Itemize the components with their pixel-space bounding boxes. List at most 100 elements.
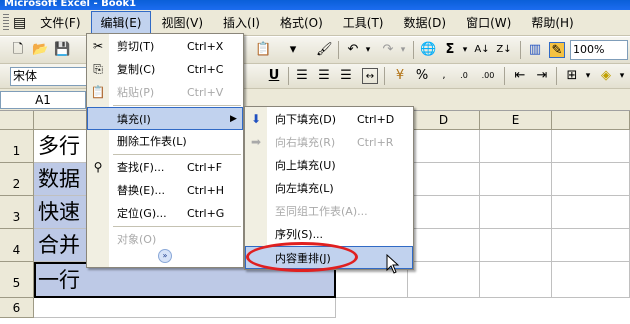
fill-left-item[interactable]: 向左填充(L) xyxy=(245,177,413,200)
row-header-4[interactable]: 4 xyxy=(0,229,34,262)
edit-menu-cut[interactable]: ✂ 剪切(T) Ctrl+X xyxy=(87,35,243,58)
fill-color-dropdown-icon[interactable]: ▾ xyxy=(614,68,630,84)
cell-f2[interactable] xyxy=(552,163,630,196)
borders-icon[interactable]: ⊞ xyxy=(564,68,580,84)
fill-series-item[interactable]: 序列(S)... xyxy=(245,223,413,246)
fill-right-item[interactable]: ➡ 向右填充(R) Ctrl+R xyxy=(245,131,413,154)
underline-icon[interactable]: U xyxy=(266,68,282,84)
cell-a6[interactable] xyxy=(34,298,336,318)
edit-menu-find[interactable]: ⚲ 查找(F)... Ctrl+F xyxy=(87,156,243,179)
cell-d3[interactable] xyxy=(408,196,480,229)
decrease-decimal-icon[interactable]: .00 xyxy=(480,68,496,84)
menu-insert[interactable]: 插入(I) xyxy=(213,11,270,34)
cell-d4[interactable] xyxy=(408,229,480,262)
column-header-f[interactable] xyxy=(552,111,630,130)
edit-menu-fill[interactable]: 填充(I) ▶ xyxy=(87,107,243,130)
cell-f3[interactable] xyxy=(552,196,630,229)
cell-e4[interactable] xyxy=(480,229,552,262)
cell-a3-text: 快速 xyxy=(38,200,80,224)
menu-separator xyxy=(113,105,241,106)
fill-across-sheets-item[interactable]: 至同组工作表(A)... xyxy=(245,200,413,223)
fill-down-icon: ⬇ xyxy=(250,112,262,126)
font-name-select[interactable]: 宋体 xyxy=(10,67,88,86)
cell-f1[interactable] xyxy=(552,130,630,163)
comma-style-icon[interactable]: , xyxy=(436,68,452,84)
cell-f4[interactable] xyxy=(552,229,630,262)
cell-d5[interactable] xyxy=(408,262,480,298)
fill-color-icon[interactable]: ◈ xyxy=(598,68,614,84)
redo-icon[interactable]: ↷ xyxy=(380,42,396,58)
merge-center-icon[interactable]: ↔ xyxy=(362,68,378,84)
align-center-icon[interactable]: ☰ xyxy=(316,68,332,84)
cell-e1[interactable] xyxy=(480,130,552,163)
undo-dropdown-icon[interactable]: ▾ xyxy=(360,42,376,58)
borders-dropdown-icon[interactable]: ▾ xyxy=(580,68,596,84)
row-header-5[interactable]: 5 xyxy=(0,262,34,298)
save-icon[interactable]: 💾 xyxy=(54,42,70,58)
align-right-icon[interactable]: ☰ xyxy=(338,68,354,84)
edit-menu-goto[interactable]: 定位(G)... Ctrl+G xyxy=(87,202,243,225)
menu-separator xyxy=(113,154,241,155)
cell-e2[interactable] xyxy=(480,163,552,196)
cell-f5[interactable] xyxy=(552,262,630,298)
row-header-1[interactable]: 1 xyxy=(0,130,34,163)
zoom-select[interactable]: 100% xyxy=(570,40,628,60)
expand-menu-icon[interactable]: » xyxy=(158,249,172,263)
paste-dropdown-icon[interactable]: ▾ xyxy=(285,42,301,58)
menu-window[interactable]: 窗口(W) xyxy=(456,11,521,34)
new-icon[interactable]: 🗋 xyxy=(10,42,26,58)
column-header-e[interactable]: E xyxy=(480,111,552,130)
paste-toolbar-icon[interactable]: 📋 xyxy=(255,42,271,58)
cell-d2[interactable] xyxy=(408,163,480,196)
replace-shortcut: Ctrl+H xyxy=(187,184,225,197)
sort-ascending-icon[interactable]: A↓ xyxy=(474,42,490,58)
cell-e3[interactable] xyxy=(480,196,552,229)
toolbar-separator xyxy=(384,67,385,85)
edit-menu-object[interactable]: 对象(O) xyxy=(87,228,243,251)
increase-indent-icon[interactable]: ⇥ xyxy=(534,68,550,84)
sort-descending-icon[interactable]: Z↓ xyxy=(496,42,512,58)
decrease-indent-icon[interactable]: ⇤ xyxy=(512,68,528,84)
menu-tools[interactable]: 工具(T) xyxy=(333,11,394,34)
redo-dropdown-icon[interactable]: ▾ xyxy=(395,42,411,58)
undo-icon[interactable]: ↶ xyxy=(345,42,361,58)
menubar-grip[interactable] xyxy=(3,13,9,32)
menu-help[interactable]: 帮助(H) xyxy=(521,11,583,34)
align-left-icon[interactable]: ☰ xyxy=(294,68,310,84)
row-header-2[interactable]: 2 xyxy=(0,163,34,196)
fill-right-icon: ➡ xyxy=(250,135,262,149)
drawing-icon[interactable]: ✎ xyxy=(549,42,565,58)
open-icon[interactable]: 📂 xyxy=(32,42,48,58)
edit-menu: ✂ 剪切(T) Ctrl+X ⎘ 复制(C) Ctrl+C 📋 粘贴(P) Ct… xyxy=(86,33,244,268)
menu-view[interactable]: 视图(V) xyxy=(151,11,213,34)
edit-menu-replace[interactable]: 替换(E)... Ctrl+H xyxy=(87,179,243,202)
red-annotation-circle xyxy=(246,242,358,272)
name-box[interactable]: A1 xyxy=(0,91,86,109)
row-header-3[interactable]: 3 xyxy=(0,196,34,229)
percent-icon[interactable]: % xyxy=(414,68,430,84)
edit-menu-paste[interactable]: 📋 粘贴(P) Ctrl+V xyxy=(87,81,243,104)
autosum-dropdown-icon[interactable]: ▾ xyxy=(457,42,473,58)
hyperlink-icon[interactable]: 🌐 xyxy=(420,42,436,58)
cell-e5[interactable] xyxy=(480,262,552,298)
select-all-corner[interactable] xyxy=(0,111,34,130)
scissors-icon: ✂ xyxy=(92,39,104,53)
chart-wizard-icon[interactable]: ▥ xyxy=(527,42,543,58)
fill-down-item[interactable]: ⬇ 向下填充(D) Ctrl+D xyxy=(245,108,413,131)
column-header-d[interactable]: D xyxy=(408,111,480,130)
menu-data[interactable]: 数据(D) xyxy=(393,11,456,34)
menu-file[interactable]: 文件(F) xyxy=(30,11,90,34)
edit-menu-copy[interactable]: ⎘ 复制(C) Ctrl+C xyxy=(87,58,243,81)
menu-format[interactable]: 格式(O) xyxy=(270,11,333,34)
cell-d1[interactable] xyxy=(408,130,480,163)
toolbar-separator xyxy=(556,67,557,85)
row-header-6[interactable]: 6 xyxy=(0,298,34,318)
fill-up-item[interactable]: 向上填充(U) xyxy=(245,154,413,177)
menu-edit[interactable]: 编辑(E) xyxy=(90,11,152,34)
increase-decimal-icon[interactable]: .0 xyxy=(456,68,472,84)
format-painter-icon[interactable]: 🖌 xyxy=(316,42,333,58)
edit-menu-delete-sheet[interactable]: 删除工作表(L) xyxy=(87,130,243,153)
autosum-icon[interactable]: Σ xyxy=(442,42,458,58)
currency-icon[interactable]: ¥ xyxy=(392,68,408,84)
excel-doc-icon[interactable]: ▤ xyxy=(13,15,26,31)
